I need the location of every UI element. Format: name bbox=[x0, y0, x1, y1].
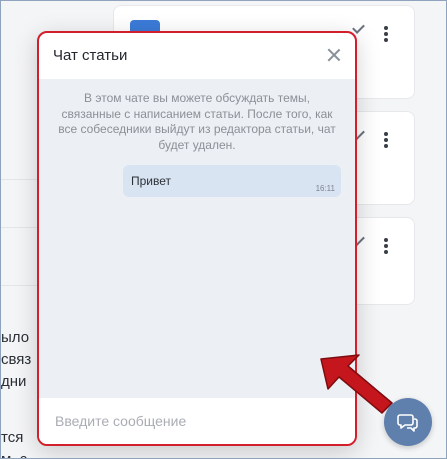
chat-bubbles-icon bbox=[397, 414, 418, 432]
kebab-menu-icon[interactable] bbox=[384, 238, 388, 254]
divider bbox=[1, 227, 41, 228]
system-message: В этом чате вы можете обсуждать темы, св… bbox=[58, 91, 336, 152]
background-text-line: тся bbox=[1, 429, 24, 446]
chat-footer bbox=[39, 397, 355, 444]
chat-window: Чат статьи В этом чате вы можете обсужда… bbox=[37, 31, 357, 446]
background-text-line: связ bbox=[1, 351, 32, 368]
message-input[interactable] bbox=[39, 398, 355, 444]
annotation-arrow bbox=[320, 354, 393, 414]
kebab-menu-icon[interactable] bbox=[384, 132, 388, 148]
divider bbox=[1, 285, 41, 286]
chat-messages-area: В этом чате вы можете обсуждать темы, св… bbox=[39, 79, 355, 397]
message-time: 16:11 bbox=[315, 184, 335, 193]
chat-fab-button[interactable] bbox=[384, 398, 432, 446]
close-icon[interactable] bbox=[327, 48, 341, 62]
message-bubble: Привет 16:11 bbox=[123, 165, 341, 197]
background-text-line: м. с bbox=[1, 451, 27, 458]
chat-title: Чат статьи bbox=[53, 46, 128, 64]
background-text-line: ыло bbox=[1, 329, 30, 346]
check-icon bbox=[352, 21, 365, 34]
chat-header: Чат статьи bbox=[39, 33, 355, 77]
divider bbox=[1, 179, 41, 180]
app-screen: ыло связ дни тся м. с Чат статьи В этом … bbox=[0, 0, 447, 459]
message-text: Привет bbox=[131, 174, 172, 188]
kebab-menu-icon[interactable] bbox=[384, 26, 388, 42]
background-text-line: дни bbox=[1, 373, 27, 390]
